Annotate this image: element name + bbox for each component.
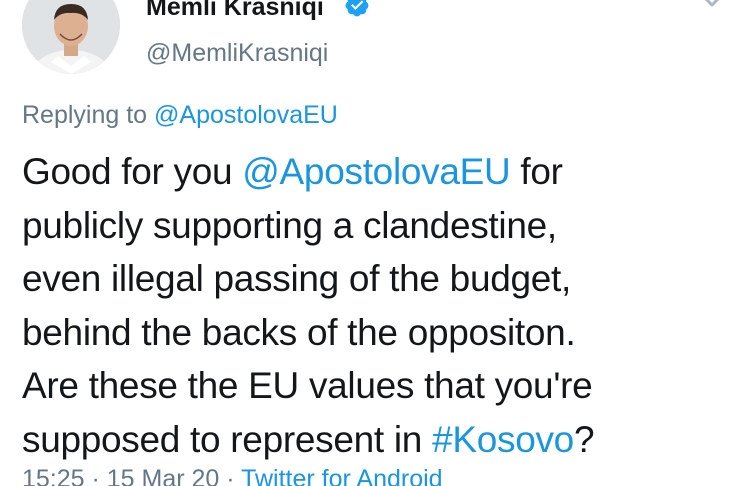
mention-link[interactable]: @ApostolovaEU	[242, 151, 510, 192]
profile-photo	[22, 0, 120, 74]
tweet-text-line: behind the backs of the oppositon.	[22, 311, 576, 353]
hashtag-link[interactable]: #Kosovo	[432, 419, 574, 460]
tweet-text-segment: ?	[573, 418, 595, 460]
author-display-name[interactable]: Memli Krasniqi	[146, 0, 324, 22]
replying-to-line: Replying to @ApostolovaEU	[22, 98, 338, 132]
tweet-text-segment: supposed to represent in	[22, 418, 433, 460]
replying-to-label: Replying to	[22, 101, 155, 129]
tweet-text-line: even illegal passing of the budget,	[22, 258, 572, 299]
replying-to-mention-link[interactable]: @ApostolovaEU	[154, 101, 338, 129]
author-handle[interactable]: @MemliKrasniqi	[146, 38, 328, 68]
tweet-text-line: supposed to represent in #Kosovo?	[22, 413, 732, 467]
tweet-metadata: 15:25 · 15 Mar 20 · Twitter for Android	[22, 462, 443, 486]
tweet-text-line: Good for you @ApostolovaEU for	[22, 145, 732, 199]
tweet-timestamp[interactable]: 15:25 · 15 Mar 20 ·	[22, 465, 241, 486]
chevron-down-icon[interactable]	[695, 0, 729, 16]
tweet-text-line: publicly supporting a clandestine,	[22, 204, 557, 246]
tweet-text-segment: for	[510, 151, 563, 192]
tweet-text-segment: Good for you	[22, 151, 243, 192]
tweet-source-link[interactable]: Twitter for Android	[241, 465, 442, 486]
tweet-text: Good for you @ApostolovaEU for publicly …	[22, 145, 732, 466]
tweet-text-line: Are these the EU values that you're	[22, 365, 593, 406]
verified-badge-icon	[345, 0, 369, 17]
avatar[interactable]	[22, 0, 120, 74]
